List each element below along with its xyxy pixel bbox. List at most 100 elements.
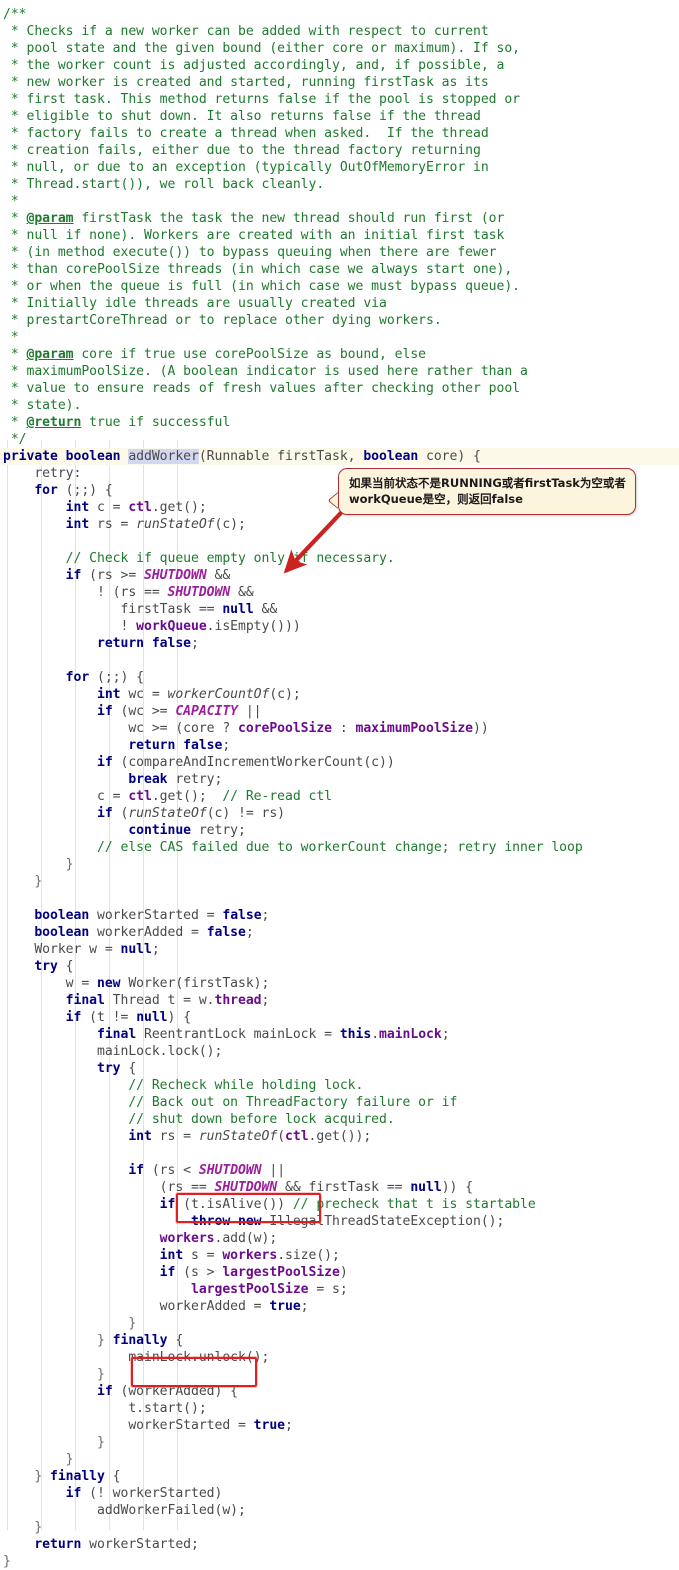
code-line[interactable]: if (t.isAlive()) // precheck that t is s… bbox=[0, 1196, 679, 1213]
code-line[interactable]: * @return true if successful bbox=[0, 414, 679, 431]
code-line[interactable]: if (rs >= SHUTDOWN && bbox=[0, 567, 679, 584]
code-line[interactable]: int s = workers.size(); bbox=[0, 1247, 679, 1264]
code-line[interactable]: int wc = workerCountOf(c); bbox=[0, 686, 679, 703]
code-line[interactable]: // else CAS failed due to workerCount ch… bbox=[0, 839, 679, 856]
code-line[interactable]: } bbox=[0, 873, 679, 890]
code-line[interactable]: workerAdded = true; bbox=[0, 1298, 679, 1315]
code-line[interactable]: wc >= (core ? corePoolSize : maximumPool… bbox=[0, 720, 679, 737]
code-line[interactable]: * than corePoolSize threads (in which ca… bbox=[0, 261, 679, 278]
code-line[interactable]: mainLock.lock(); bbox=[0, 1043, 679, 1060]
code-line[interactable]: final ReentrantLock mainLock = this.main… bbox=[0, 1026, 679, 1043]
code-line[interactable]: return false; bbox=[0, 635, 679, 652]
code-line[interactable]: ! workQueue.isEmpty())) bbox=[0, 618, 679, 635]
code-line[interactable]: w = new Worker(firstTask); bbox=[0, 975, 679, 992]
code-line[interactable]: } bbox=[0, 1553, 679, 1570]
code-line[interactable]: } bbox=[0, 1451, 679, 1468]
code-line[interactable]: */ bbox=[0, 431, 679, 448]
code-line[interactable]: * Initially idle threads are usually cre… bbox=[0, 295, 679, 312]
code-line[interactable]: if (t != null) { bbox=[0, 1009, 679, 1026]
code-line[interactable]: int rs = runStateOf(c); bbox=[0, 516, 679, 533]
code-line[interactable]: // Check if queue empty only if necessar… bbox=[0, 550, 679, 567]
code-line[interactable]: break retry; bbox=[0, 771, 679, 788]
code-line[interactable]: } finally { bbox=[0, 1332, 679, 1349]
code-viewer[interactable]: /** * Checks if a new worker can be adde… bbox=[0, 0, 679, 1569]
code-line[interactable]: * creation fails, either due to the thre… bbox=[0, 142, 679, 159]
code-line[interactable]: boolean workerAdded = false; bbox=[0, 924, 679, 941]
code-line[interactable]: return workerStarted; bbox=[0, 1536, 679, 1553]
code-line[interactable]: * null if none). Workers are created wit… bbox=[0, 227, 679, 244]
keyword: int bbox=[65, 517, 90, 532]
code-line[interactable]: } bbox=[0, 1315, 679, 1332]
code-line[interactable]: boolean workerStarted = false; bbox=[0, 907, 679, 924]
method-signature-line[interactable]: private boolean addWorker(Runnable first… bbox=[0, 448, 679, 465]
code-line[interactable]: // Recheck while holding lock. bbox=[0, 1077, 679, 1094]
javadoc-tag-return: @return bbox=[26, 415, 82, 430]
code-line[interactable]: if (rs < SHUTDOWN || bbox=[0, 1162, 679, 1179]
code-line[interactable]: * Checks if a new worker can be added wi… bbox=[0, 23, 679, 40]
code-line[interactable]: largestPoolSize = s; bbox=[0, 1281, 679, 1298]
code-line[interactable] bbox=[0, 890, 679, 907]
code-line[interactable] bbox=[0, 1145, 679, 1162]
code-line[interactable]: /** bbox=[0, 6, 679, 23]
code-line[interactable]: } bbox=[0, 1434, 679, 1451]
code-line[interactable]: workers.add(w); bbox=[0, 1230, 679, 1247]
code-line[interactable]: try { bbox=[0, 1060, 679, 1077]
code-line[interactable]: * the worker count is adjusted according… bbox=[0, 57, 679, 74]
code-line[interactable]: mainLock.unlock(); bbox=[0, 1349, 679, 1366]
code-line[interactable]: } finally { bbox=[0, 1468, 679, 1485]
code-line[interactable]: * maximumPoolSize. (A boolean indicator … bbox=[0, 363, 679, 380]
code-line[interactable] bbox=[0, 533, 679, 550]
code-line[interactable]: } bbox=[0, 1366, 679, 1383]
code-line[interactable]: final Thread t = w.thread; bbox=[0, 992, 679, 1009]
code-line[interactable]: if (! workerStarted) bbox=[0, 1485, 679, 1502]
code-line[interactable] bbox=[0, 652, 679, 669]
javadoc-text: * null, or due to an exception (typicall… bbox=[3, 160, 489, 175]
method-name-addworker[interactable]: addWorker bbox=[128, 449, 199, 464]
annotation-tooltip: 如果当前状态不是RUNNING或者firstTask为空或者 workQueue… bbox=[338, 468, 636, 515]
code-line[interactable]: if (s > largestPoolSize) bbox=[0, 1264, 679, 1281]
code-line[interactable]: * state). bbox=[0, 397, 679, 414]
code-line[interactable]: * new worker is created and started, run… bbox=[0, 74, 679, 91]
code-line[interactable]: Worker w = null; bbox=[0, 941, 679, 958]
code-line[interactable]: if (compareAndIncrementWorkerCount(c)) bbox=[0, 754, 679, 771]
code-line[interactable]: * eligible to shut down. It also returns… bbox=[0, 108, 679, 125]
code-line[interactable]: if (runStateOf(c) != rs) bbox=[0, 805, 679, 822]
keyword: finally bbox=[112, 1333, 168, 1348]
code-line[interactable]: workerStarted = true; bbox=[0, 1417, 679, 1434]
code-line[interactable]: * Thread.start()), we roll back cleanly. bbox=[0, 176, 679, 193]
code-line[interactable]: ! (rs == SHUTDOWN && bbox=[0, 584, 679, 601]
keyword: if bbox=[97, 755, 113, 770]
code-line[interactable]: continue retry; bbox=[0, 822, 679, 839]
code-line[interactable]: addWorkerFailed(w); bbox=[0, 1502, 679, 1519]
code-line[interactable]: try { bbox=[0, 958, 679, 975]
code-line[interactable]: // shut down before lock acquired. bbox=[0, 1111, 679, 1128]
code-line[interactable]: } bbox=[0, 1519, 679, 1536]
code-line[interactable]: (rs == SHUTDOWN && firstTask == null)) { bbox=[0, 1179, 679, 1196]
code-line[interactable]: * null, or due to an exception (typicall… bbox=[0, 159, 679, 176]
code-line[interactable]: * first task. This method returns false … bbox=[0, 91, 679, 108]
code-line[interactable]: * value to ensure reads of fresh values … bbox=[0, 380, 679, 397]
label-retry: retry: bbox=[3, 466, 82, 481]
code-line[interactable]: // Back out on ThreadFactory failure or … bbox=[0, 1094, 679, 1111]
code-line[interactable]: return false; bbox=[0, 737, 679, 754]
code-line[interactable]: int rs = runStateOf(ctl.get()); bbox=[0, 1128, 679, 1145]
code-line[interactable]: * @param core if true use corePoolSize a… bbox=[0, 346, 679, 363]
code-line[interactable]: * factory fails to create a thread when … bbox=[0, 125, 679, 142]
code-line[interactable]: * or when the queue is full (in which ca… bbox=[0, 278, 679, 295]
code-line[interactable]: * @param firstTask the task the new thre… bbox=[0, 210, 679, 227]
code-line[interactable]: * prestartCoreThread or to replace other… bbox=[0, 312, 679, 329]
code-line[interactable]: if (wc >= CAPACITY || bbox=[0, 703, 679, 720]
code-line[interactable]: firstTask == null && bbox=[0, 601, 679, 618]
code-line[interactable]: * bbox=[0, 193, 679, 210]
code-line[interactable]: * (in method execute()) to bypass queuin… bbox=[0, 244, 679, 261]
code-line[interactable]: } bbox=[0, 856, 679, 873]
javadoc-text: * the worker count is adjusted according… bbox=[3, 58, 505, 73]
code-line[interactable]: if (workerAdded) { bbox=[0, 1383, 679, 1400]
code-line[interactable]: c = ctl.get(); // Re-read ctl bbox=[0, 788, 679, 805]
code-line[interactable]: t.start(); bbox=[0, 1400, 679, 1417]
code-line[interactable]: * bbox=[0, 329, 679, 346]
javadoc-text: * @return true if successful bbox=[3, 415, 231, 430]
code-line[interactable]: * pool state and the given bound (either… bbox=[0, 40, 679, 57]
code-line[interactable]: for (;;) { bbox=[0, 669, 679, 686]
code-line[interactable]: throw new IllegalThreadStateException(); bbox=[0, 1213, 679, 1230]
